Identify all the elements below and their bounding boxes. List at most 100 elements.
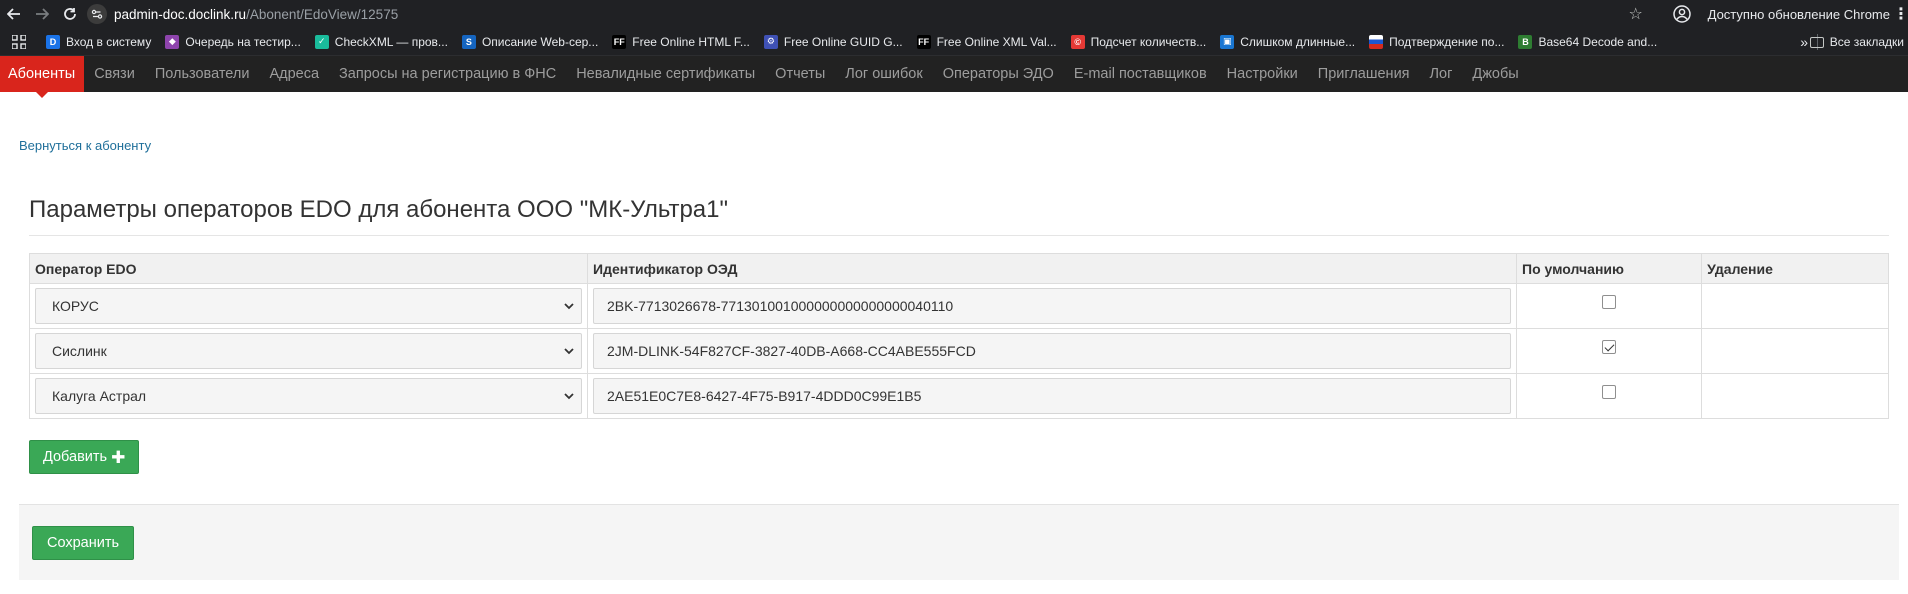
nav-item[interactable]: Пользователи [145,56,260,92]
back-to-abonent-link[interactable]: Вернуться к абоненту [19,138,151,153]
nav-item[interactable]: Абоненты [0,56,85,98]
ff-icon: FF [916,34,931,49]
all-bookmarks-button[interactable]: Все закладки [1809,28,1904,56]
identifier-input[interactable]: 2AE51E0C7E8-6427-4F75-B917-4DDD0C99E1B5 [593,378,1511,414]
form-actions-panel: Сохранить [19,504,1899,580]
identifier-input[interactable]: 2BK-7713026678-7713010010000000000000000… [593,288,1511,324]
nav-item[interactable]: Настройки [1217,56,1308,92]
profile-icon[interactable] [1670,2,1694,26]
bookmark-star-icon[interactable]: ☆ [1624,2,1648,26]
bookmark-list: D Вход в систему ◆ Очередь на тестир... ✓ Che… [46,28,1671,56]
default-checkbox[interactable] [1602,385,1617,400]
bookmark-label: Описание Web-сер... [481,34,599,49]
nav-item[interactable]: Лог ошибок [835,56,932,92]
save-button[interactable]: Сохранить [32,526,135,560]
add-button-label: Добавить [43,449,108,465]
folder-icon [1809,36,1824,48]
plus-icon: ✚ [111,447,126,467]
title-divider [29,235,1889,236]
bookmark-item[interactable]: D Вход в систему [46,28,151,56]
visual-studio-icon: ◆ [165,34,180,49]
delete-cell [1701,328,1889,374]
operator-select[interactable]: КОРУС [35,288,582,324]
default-checkbox[interactable] [1602,295,1617,310]
bookmark-label: Слишком длинные... [1240,34,1356,49]
edo-operators-table: Оператор EDO Идентификатор ОЭД По умолча… [29,253,1889,419]
nav-item[interactable]: Связи [84,56,145,92]
default-checkbox[interactable] [1602,340,1617,355]
default-cell [1515,328,1703,374]
bookmark-item[interactable]: ▣ Слишком длинные... [1220,28,1355,56]
page-title: Параметры операторов EDO для абонента ОО… [29,196,729,223]
table-header-row: Оператор EDO Идентификатор ОЭД По умолча… [29,253,1889,284]
url-path: /Abonent/EdoView/12575 [246,6,399,22]
operator-select-value: Сислинк [52,343,107,359]
chrome-update-button[interactable]: Доступно обновление Chrome [1708,7,1890,22]
chevron-down-icon [563,299,575,313]
bookmark-item[interactable]: FF Free Online XML Val... [916,28,1057,56]
nav-item[interactable]: Джобы [1462,56,1528,92]
nav-item[interactable]: Отчеты [765,56,835,92]
all-bookmarks-label: Все закладки [1829,35,1904,49]
identifier-cell: 2AE51E0C7E8-6427-4F75-B917-4DDD0C99E1B5 [587,373,1517,419]
operator-select[interactable]: Сислинк [35,333,582,369]
bookmark-label: Free Online GUID G... [783,34,903,49]
address-bar[interactable]: padmin-doc.doclink.ru/Abonent/EdoView/12… [114,7,398,22]
base64-icon: B [1518,34,1533,49]
ff-icon: FF [612,34,627,49]
table-row: Калуга Астрал 2AE51E0C7E8-6427-4F75-B917-… [29,373,1889,419]
apps-grid-icon[interactable] [4,28,34,56]
nav-item[interactable]: Операторы ЭДО [933,56,1064,92]
russia-flag-icon [1369,34,1384,49]
nav-item[interactable]: Адреса [259,56,329,92]
checkxml-icon: ✓ [314,34,329,49]
bookmark-item[interactable]: ✓ CheckXML — пров... [314,28,448,56]
doclink-icon: D [46,34,60,49]
bookmark-item[interactable]: B Base64 Decode and... [1518,28,1657,56]
table-row: КОРУС 2BK-7713026678-77130100100000000000… [29,283,1889,329]
header-default: По умолчанию [1515,253,1703,284]
header-identifier: Идентификатор ОЭД [587,253,1517,284]
nav-item[interactable]: E-mail поставщиков [1064,56,1217,92]
web-service-icon: S [461,34,476,49]
guid-icon: ⚙ [763,34,778,49]
identifier-input[interactable]: 2JM-DLINK-54F827CF-3827-40DB-A668-CC4ABE… [593,333,1511,369]
url-host: padmin-doc.doclink.ru [114,6,247,22]
bookmark-item[interactable]: S Описание Web-сер... [461,28,599,56]
nav-item[interactable]: Приглашения [1308,56,1420,92]
bookmark-label: Free Online XML Val... [936,34,1057,49]
operator-cell: КОРУС [29,283,588,329]
nav-item[interactable]: Невалидные сертификаты [566,56,765,92]
operator-cell: Сислинк [29,328,588,374]
bookmark-label: CheckXML — пров... [334,34,448,49]
menu-kebab-icon[interactable]: ⋮ [1893,0,1908,28]
bookmark-label: Вход в систему [66,34,152,49]
bookmark-item[interactable]: FF Free Online HTML F... [612,28,750,56]
reload-icon[interactable] [56,0,84,28]
header-operator: Оператор EDO [29,253,588,284]
default-cell [1515,373,1703,419]
back-arrow-icon[interactable] [0,0,28,28]
bookmark-label: Free Online HTML F... [632,34,750,49]
more-bookmarks-icon[interactable]: » [1800,28,1808,56]
site-info-icon[interactable] [86,3,108,25]
bookmark-item[interactable]: ◆ Очередь на тестир... [165,28,301,56]
nav-item[interactable]: Лог [1420,56,1463,92]
default-cell [1515,283,1703,329]
operator-select[interactable]: Калуга Астрал [35,378,582,414]
delete-cell [1701,373,1889,419]
nav-item[interactable]: Запросы на регистрацию в ФНС [329,56,566,92]
bookmark-item[interactable]: © Подсчет количеств... [1070,28,1206,56]
operator-select-value: КОРУС [52,298,99,314]
chevron-down-icon [563,344,575,358]
windows-icon: ▣ [1220,34,1235,49]
operator-select-value: Калуга Астрал [52,388,147,404]
bookmark-item[interactable]: ⚙ Free Online GUID G... [763,28,903,56]
header-delete: Удаление [1701,253,1889,284]
copyright-icon: © [1070,34,1085,49]
add-operator-button[interactable]: Добавить ✚ [29,440,140,474]
identifier-cell: 2JM-DLINK-54F827CF-3827-40DB-A668-CC4ABE… [587,328,1517,374]
bookmark-item[interactable]: Подтверждение по... [1369,28,1504,56]
forward-arrow-icon[interactable] [28,0,56,28]
bookmark-label: Подтверждение по... [1389,34,1505,49]
